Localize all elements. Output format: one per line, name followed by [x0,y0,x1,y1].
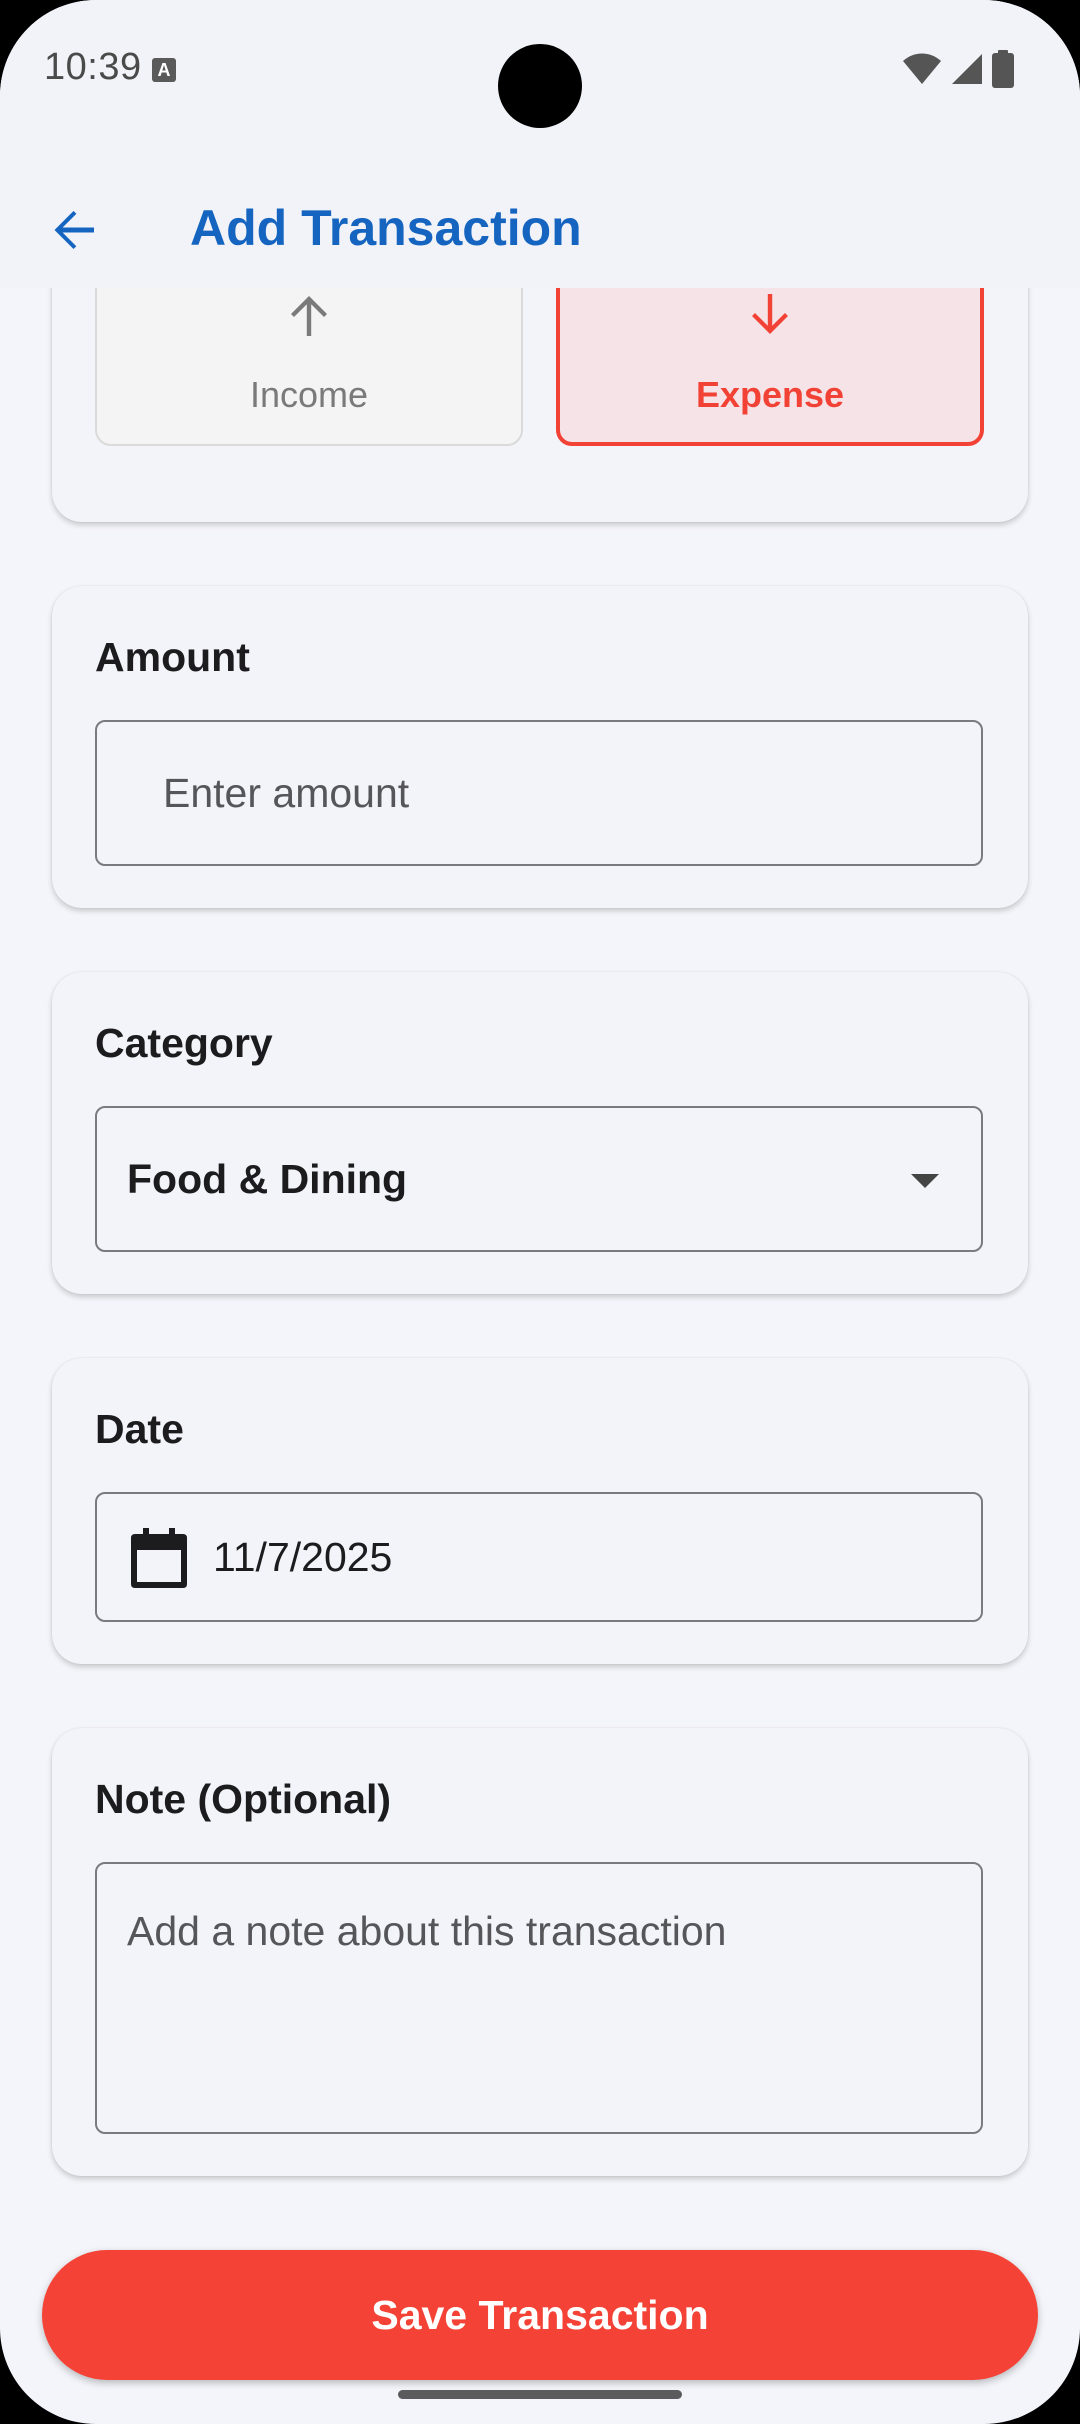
category-card: Category Food & Dining [52,972,1028,1294]
category-selected-value: Food & Dining [127,1156,408,1202]
date-label: Date [95,1406,184,1452]
income-type-button[interactable]: Income [95,270,523,446]
note-textarea[interactable]: Add a note about this transaction [95,1862,983,2134]
status-time: 10:39 [44,46,142,88]
home-indicator[interactable] [398,2390,682,2399]
note-card: Note (Optional) Add a note about this tr… [52,1728,1028,2176]
expense-type-button[interactable]: Expense [556,270,984,446]
category-dropdown[interactable]: Food & Dining [95,1106,983,1252]
amount-input[interactable]: Enter amount [95,720,983,866]
battery-icon [992,50,1014,88]
note-label: Note (Optional) [95,1776,392,1822]
screen: 10:39 A Add Transaction Income Expense A… [0,0,1080,2424]
top-app-area: 10:39 A Add Transaction [0,0,1080,288]
date-field[interactable]: 11/7/2025 [95,1492,983,1622]
wifi-icon [903,53,941,84]
amount-card: Amount Enter amount [52,586,1028,908]
note-placeholder: Add a note about this transaction [127,1908,727,1954]
camera-cutout [498,44,582,128]
income-label: Income [249,374,369,415]
status-icons [902,50,1014,88]
caret-down-icon [911,1174,939,1188]
amount-label: Amount [95,634,250,680]
page-title: Add Transaction [190,200,582,256]
date-card: Date 11/7/2025 [52,1358,1028,1664]
arrow-up-icon [291,296,327,336]
calendar-icon [131,1528,187,1588]
arrow-back-icon [54,211,94,249]
app-bar: Add Transaction [0,168,1080,288]
category-label: Category [95,1020,273,1066]
arrow-down-icon [752,294,788,334]
amount-placeholder: Enter amount [163,770,410,816]
cellular-signal-icon [952,54,982,84]
save-transaction-label: Save Transaction [371,2291,709,2338]
date-value: 11/7/2025 [213,1534,393,1580]
back-button[interactable] [34,190,114,270]
expense-label: Expense [695,374,845,415]
save-transaction-button[interactable]: Save Transaction [42,2250,1038,2380]
a-icon: A [152,58,176,82]
